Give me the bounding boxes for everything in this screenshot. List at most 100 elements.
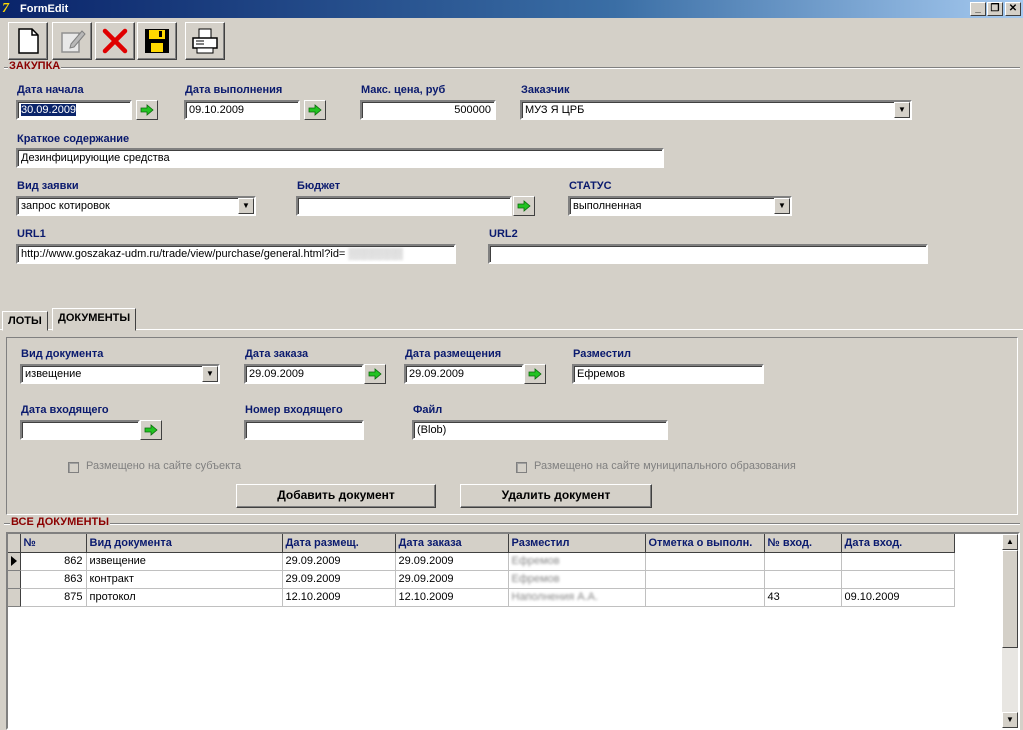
col-header-ordered[interactable]: Дата заказа bbox=[395, 534, 509, 553]
green-arrow-icon bbox=[368, 368, 382, 380]
tab-documents[interactable]: ДОКУМЕНТЫ bbox=[52, 308, 137, 331]
documents-grid[interactable]: № Вид документа Дата размещ. Дата заказа… bbox=[6, 532, 1020, 730]
tab-strip-line bbox=[0, 329, 1023, 330]
chevron-down-icon[interactable]: ▼ bbox=[894, 102, 910, 118]
budget-picker-button[interactable] bbox=[513, 196, 535, 216]
cell-placed-by: Наполнения А.А. bbox=[508, 588, 646, 607]
cell-type: извещение bbox=[86, 552, 283, 571]
title-bar: 7 FormEdit _ ❐ ✕ bbox=[0, 0, 1023, 18]
row-indicator[interactable] bbox=[8, 588, 21, 607]
completion-date-picker-button[interactable] bbox=[304, 100, 326, 120]
cell-num: 863 bbox=[20, 570, 87, 589]
incoming-date-label: Дата входящего bbox=[21, 404, 109, 416]
chevron-down-icon[interactable]: ▼ bbox=[774, 198, 790, 214]
url2-field[interactable] bbox=[488, 244, 928, 264]
file-field[interactable]: (Blob) bbox=[412, 420, 668, 440]
chevron-down-icon[interactable]: ▼ bbox=[238, 198, 254, 214]
restore-button[interactable]: ❐ bbox=[987, 2, 1003, 16]
print-button[interactable] bbox=[185, 22, 225, 60]
request-type-label: Вид заявки bbox=[17, 180, 79, 192]
order-date-label: Дата заказа bbox=[245, 348, 309, 360]
start-date-field[interactable]: 30.09.2009 bbox=[16, 100, 132, 120]
start-date-picker-button[interactable] bbox=[136, 100, 158, 120]
scroll-thumb[interactable] bbox=[1002, 550, 1018, 648]
indicator-header bbox=[8, 534, 21, 553]
incoming-date-picker-button[interactable] bbox=[140, 420, 162, 440]
floppy-disk-icon bbox=[145, 29, 169, 53]
col-header-mark[interactable]: Отметка о выполн. bbox=[645, 534, 765, 553]
table-row[interactable]: 863 контракт 29.09.2009 29.09.2009 Ефрем… bbox=[8, 570, 955, 589]
placement-date-label: Дата размещения bbox=[405, 348, 502, 360]
placement-date-picker-button[interactable] bbox=[524, 364, 546, 384]
save-button[interactable] bbox=[137, 22, 177, 60]
col-header-in-date[interactable]: Дата вход. bbox=[841, 534, 955, 553]
tab-lots[interactable]: ЛОТЫ bbox=[2, 311, 48, 331]
col-header-placed-by[interactable]: Разместил bbox=[508, 534, 646, 553]
url1-field[interactable]: http://www.goszakaz-udm.ru/trade/view/pu… bbox=[16, 244, 456, 264]
col-header-in-num[interactable]: № вход. bbox=[764, 534, 842, 553]
doc-type-combo[interactable]: извещение ▼ bbox=[20, 364, 220, 384]
scroll-down-button[interactable]: ▼ bbox=[1002, 712, 1018, 728]
vertical-scrollbar[interactable]: ▲ ▼ bbox=[1002, 534, 1018, 728]
customer-redacted bbox=[548, 104, 551, 116]
row-indicator[interactable] bbox=[8, 552, 21, 571]
cell-mark bbox=[645, 552, 765, 571]
cell-num: 875 bbox=[20, 588, 87, 607]
order-date-picker-button[interactable] bbox=[364, 364, 386, 384]
chk-subject-site[interactable] bbox=[68, 462, 79, 473]
placement-date-field[interactable]: 29.09.2009 bbox=[404, 364, 524, 384]
col-header-type[interactable]: Вид документа bbox=[86, 534, 283, 553]
incoming-date-field[interactable] bbox=[20, 420, 140, 440]
all-documents-group-title: ВСЕ ДОКУМЕНТЫ bbox=[10, 516, 111, 528]
col-header-placed[interactable]: Дата размещ. bbox=[282, 534, 396, 553]
incoming-number-label: Номер входящего bbox=[245, 404, 343, 416]
table-row[interactable]: 862 извещение 29.09.2009 29.09.2009 Ефре… bbox=[8, 552, 955, 571]
row-indicator[interactable] bbox=[8, 570, 21, 589]
scroll-up-button[interactable]: ▲ bbox=[1002, 534, 1018, 550]
customer-combo[interactable]: МУЗ Я ЦРБ ▼ bbox=[520, 100, 912, 120]
chk-municipal-site[interactable] bbox=[516, 462, 527, 473]
cell-type: контракт bbox=[86, 570, 283, 589]
cell-mark bbox=[645, 588, 765, 607]
status-value: выполненная bbox=[573, 200, 642, 212]
purchase-group-border bbox=[4, 67, 1020, 69]
url2-label: URL2 bbox=[489, 228, 518, 240]
window-title: FormEdit bbox=[20, 3, 69, 15]
placed-by-field[interactable]: Ефремов bbox=[572, 364, 764, 384]
order-date-field[interactable]: 29.09.2009 bbox=[244, 364, 364, 384]
completion-date-label: Дата выполнения bbox=[185, 84, 283, 96]
documents-table: № Вид документа Дата размещ. Дата заказа… bbox=[8, 534, 955, 607]
cell-in-date: 09.10.2009 bbox=[841, 588, 955, 607]
url1-label: URL1 bbox=[17, 228, 46, 240]
incoming-number-field[interactable] bbox=[244, 420, 364, 440]
chk-municipal-site-label: Размещено на сайте муниципального образо… bbox=[534, 460, 796, 472]
max-price-field[interactable]: 500000 bbox=[360, 100, 496, 120]
budget-label: Бюджет bbox=[297, 180, 341, 192]
status-label: СТАТУС bbox=[569, 180, 612, 192]
file-label: Файл bbox=[413, 404, 443, 416]
customer-prefix: МУЗ bbox=[525, 104, 548, 116]
summary-field[interactable]: Дезинфицирующие средства bbox=[16, 148, 664, 168]
delete-document-button[interactable]: Удалить документ bbox=[460, 484, 652, 508]
col-header-num[interactable]: № bbox=[20, 534, 87, 553]
completion-date-field[interactable]: 09.10.2009 bbox=[184, 100, 300, 120]
cell-type: протокол bbox=[86, 588, 283, 607]
pencil-icon bbox=[61, 30, 86, 53]
doc-type-label: Вид документа bbox=[21, 348, 104, 360]
table-row[interactable]: 875 протокол 12.10.2009 12.10.2009 Напол… bbox=[8, 588, 955, 607]
close-window-button[interactable]: ✕ bbox=[1005, 2, 1021, 16]
budget-field[interactable] bbox=[296, 196, 512, 216]
request-type-combo[interactable]: запрос котировок ▼ bbox=[16, 196, 256, 216]
max-price-label: Макс. цена, руб bbox=[361, 84, 446, 96]
cell-placed: 29.09.2009 bbox=[282, 570, 396, 589]
all-documents-group-border bbox=[4, 523, 1020, 525]
delete-button[interactable] bbox=[95, 22, 135, 60]
edit-button[interactable] bbox=[52, 22, 92, 60]
add-document-button[interactable]: Добавить документ bbox=[236, 484, 436, 508]
new-document-button[interactable] bbox=[8, 22, 48, 60]
chevron-down-icon[interactable]: ▼ bbox=[202, 366, 218, 382]
doc-type-value: извещение bbox=[25, 368, 82, 380]
chk-subject-site-label: Размещено на сайте субъекта bbox=[86, 460, 242, 472]
minimize-button[interactable]: _ bbox=[970, 2, 986, 16]
status-combo[interactable]: выполненная ▼ bbox=[568, 196, 792, 216]
